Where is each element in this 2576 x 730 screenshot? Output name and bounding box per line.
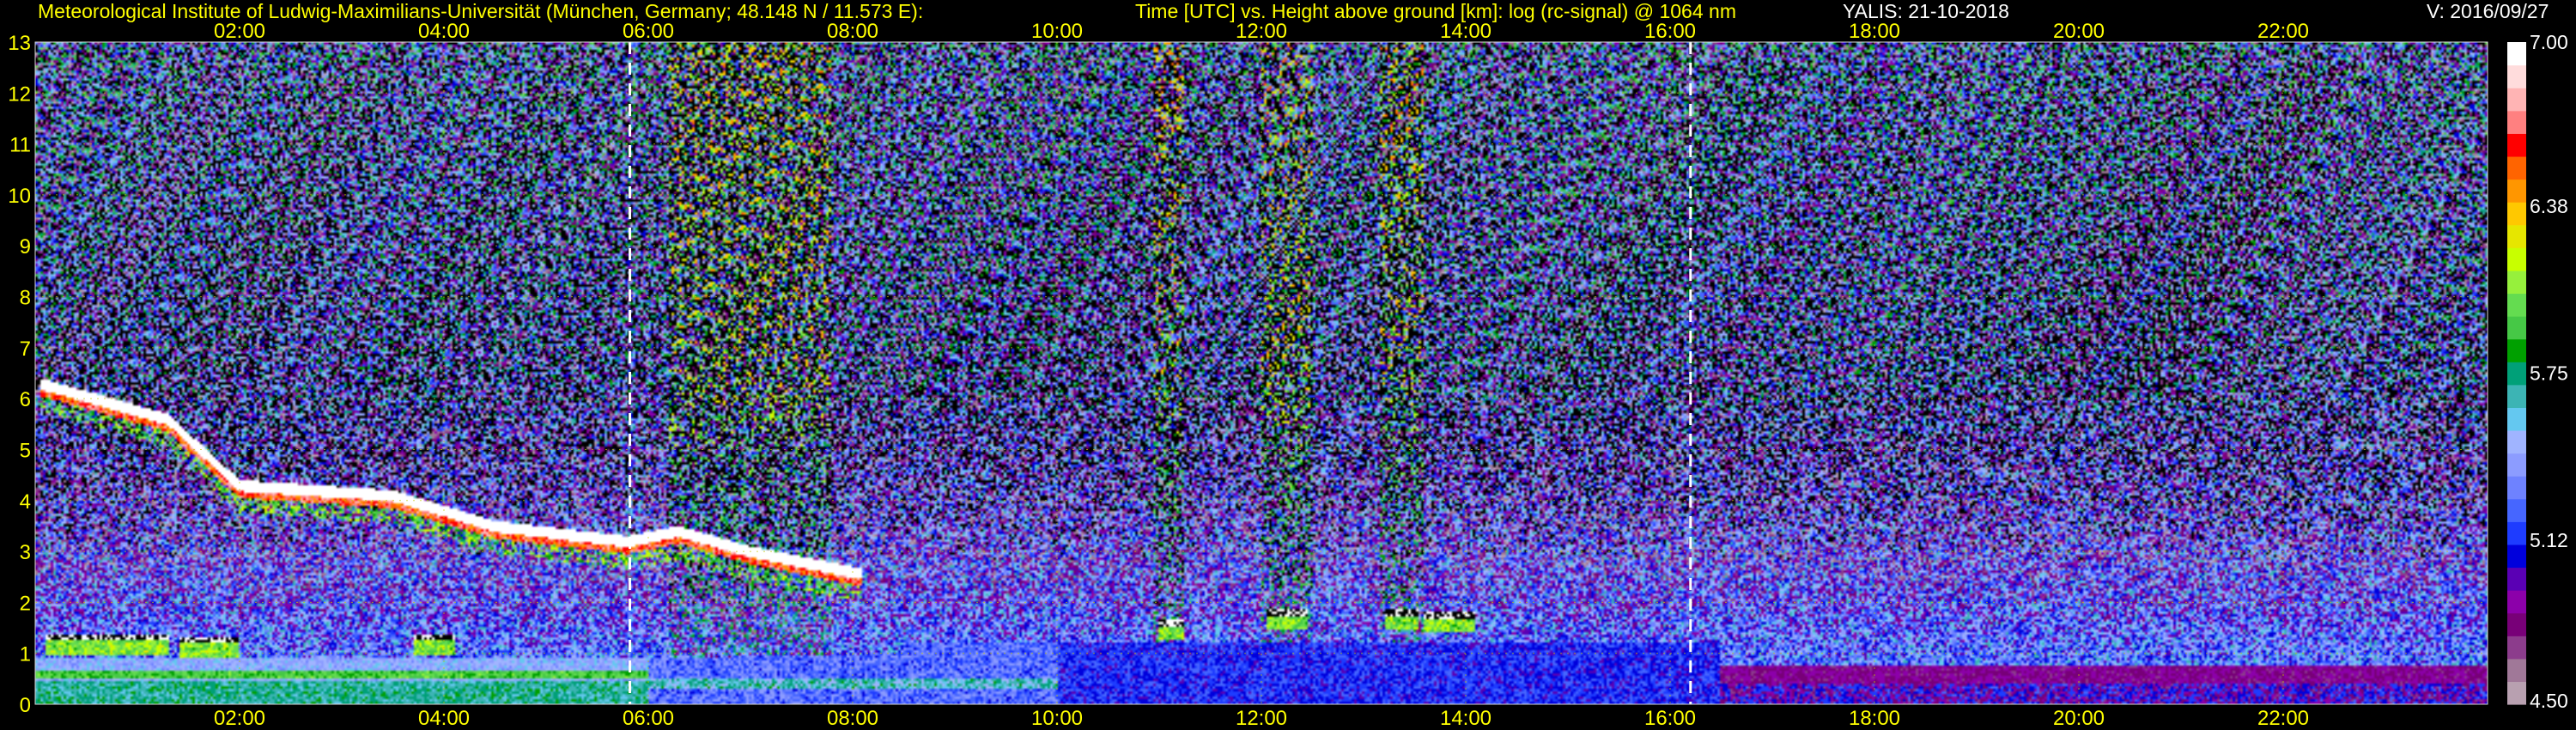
y-tick-label: 6 — [20, 388, 31, 411]
x-tick-label-top: 22:00 — [2257, 20, 2309, 43]
colorbar-segment — [2507, 133, 2526, 157]
colorbar-segment — [2507, 247, 2526, 271]
x-tick-label-bottom: 12:00 — [1236, 707, 1287, 730]
y-tick-label: 9 — [20, 235, 31, 259]
y-tick-label: 10 — [8, 185, 31, 208]
colorbar — [2507, 42, 2526, 705]
y-tick-label: 12 — [8, 82, 31, 106]
colorbar-segment — [2507, 179, 2526, 203]
y-tick-label: 11 — [9, 134, 31, 157]
y-tick-label: 0 — [20, 694, 31, 717]
colorbar-segment — [2507, 681, 2526, 705]
x-tick-label-bottom: 20:00 — [2053, 707, 2105, 730]
colorbar-tick-label: 5.12 — [2530, 529, 2568, 551]
colorbar-segment — [2507, 612, 2526, 636]
y-tick-label: 2 — [20, 592, 31, 615]
colorbar-segment — [2507, 567, 2526, 591]
colorbar-segment — [2507, 88, 2526, 112]
x-tick-label-top: 20:00 — [2053, 20, 2105, 43]
y-tick-label: 1 — [20, 643, 31, 666]
colorbar-segment — [2507, 64, 2526, 88]
x-tick-label-top: 12:00 — [1236, 20, 1287, 43]
colorbar-segment — [2507, 658, 2526, 683]
x-tick-label-top: 10:00 — [1031, 20, 1083, 43]
x-tick-label-bottom: 04:00 — [418, 707, 470, 730]
x-axis-ticks-top: 02:00 04:00 06:00 08:00 10:00 12:00 14:00 16:00… — [214, 20, 2309, 43]
y-tick-label: 5 — [20, 439, 31, 462]
x-tick-label-top: 18:00 — [1849, 20, 1900, 43]
colorbar-segment — [2507, 224, 2526, 248]
colorbar-segment — [2507, 270, 2526, 295]
colorbar-segment — [2507, 293, 2526, 317]
x-axis-ticks-bottom: 02:00 04:00 06:00 08:00 10:00 12:00 14:00 16:00… — [214, 707, 2309, 730]
y-tick-label: 8 — [20, 287, 31, 310]
colorbar-segment — [2507, 316, 2526, 340]
colorbar-segment — [2507, 498, 2526, 522]
y-tick-label: 4 — [20, 490, 31, 514]
colorbar-tick-label: 4.50 — [2530, 690, 2568, 712]
x-tick-label-top: 16:00 — [1644, 20, 1696, 43]
colorbar-segment — [2507, 521, 2526, 545]
colorbar-segment — [2507, 338, 2526, 362]
colorbar-segment — [2507, 42, 2526, 66]
x-tick-label-top: 04:00 — [418, 20, 470, 43]
colorbar-ticks: 7.00 6.38 5.75 5.12 4.50 — [2530, 31, 2568, 712]
x-tick-label-bottom: 10:00 — [1031, 707, 1083, 730]
colorbar-tick-label: 5.75 — [2530, 362, 2568, 385]
colorbar-segment — [2507, 110, 2526, 134]
colorbar-segment — [2507, 544, 2526, 569]
x-tick-label-bottom: 08:00 — [827, 707, 878, 730]
y-tick-label: 3 — [20, 541, 31, 564]
y-tick-label: 7 — [20, 338, 31, 361]
x-tick-label-bottom: 06:00 — [623, 707, 674, 730]
colorbar-segment — [2507, 362, 2526, 386]
colorbar-unit-label: eq — [2526, 628, 2538, 641]
x-tick-label-bottom: 22:00 — [2257, 707, 2309, 730]
colorbar-tick-label: 6.38 — [2530, 195, 2568, 217]
x-tick-label-top: 02:00 — [214, 20, 265, 43]
colorbar-segment — [2507, 407, 2526, 431]
colorbar-segment — [2507, 453, 2526, 477]
y-tick-label: 13 — [8, 32, 31, 55]
lidar-heatmap-chart: 012345678910111213 02:00 04:00 06:00 08:00 1… — [8, 20, 2568, 730]
x-tick-label-bottom: 14:00 — [1440, 707, 1492, 730]
x-tick-label-bottom: 18:00 — [1849, 707, 1900, 730]
colorbar-segment — [2507, 590, 2526, 614]
colorbar-tick-label: 7.00 — [2530, 31, 2568, 53]
colorbar-segment — [2507, 476, 2526, 500]
colorbar-segment — [2507, 202, 2526, 226]
colorbar-segment — [2507, 384, 2526, 408]
x-tick-label-bottom: 02:00 — [214, 707, 265, 730]
x-tick-label-top: 06:00 — [623, 20, 674, 43]
x-tick-label-bottom: 16:00 — [1644, 707, 1696, 730]
colorbar-segment — [2507, 155, 2526, 180]
x-tick-label-top: 08:00 — [827, 20, 878, 43]
y-axis-ticks: 012345678910111213 — [8, 32, 31, 717]
colorbar-segment — [2507, 429, 2526, 454]
colorbar-segment — [2507, 636, 2526, 660]
x-tick-label-top: 14:00 — [1440, 20, 1492, 43]
